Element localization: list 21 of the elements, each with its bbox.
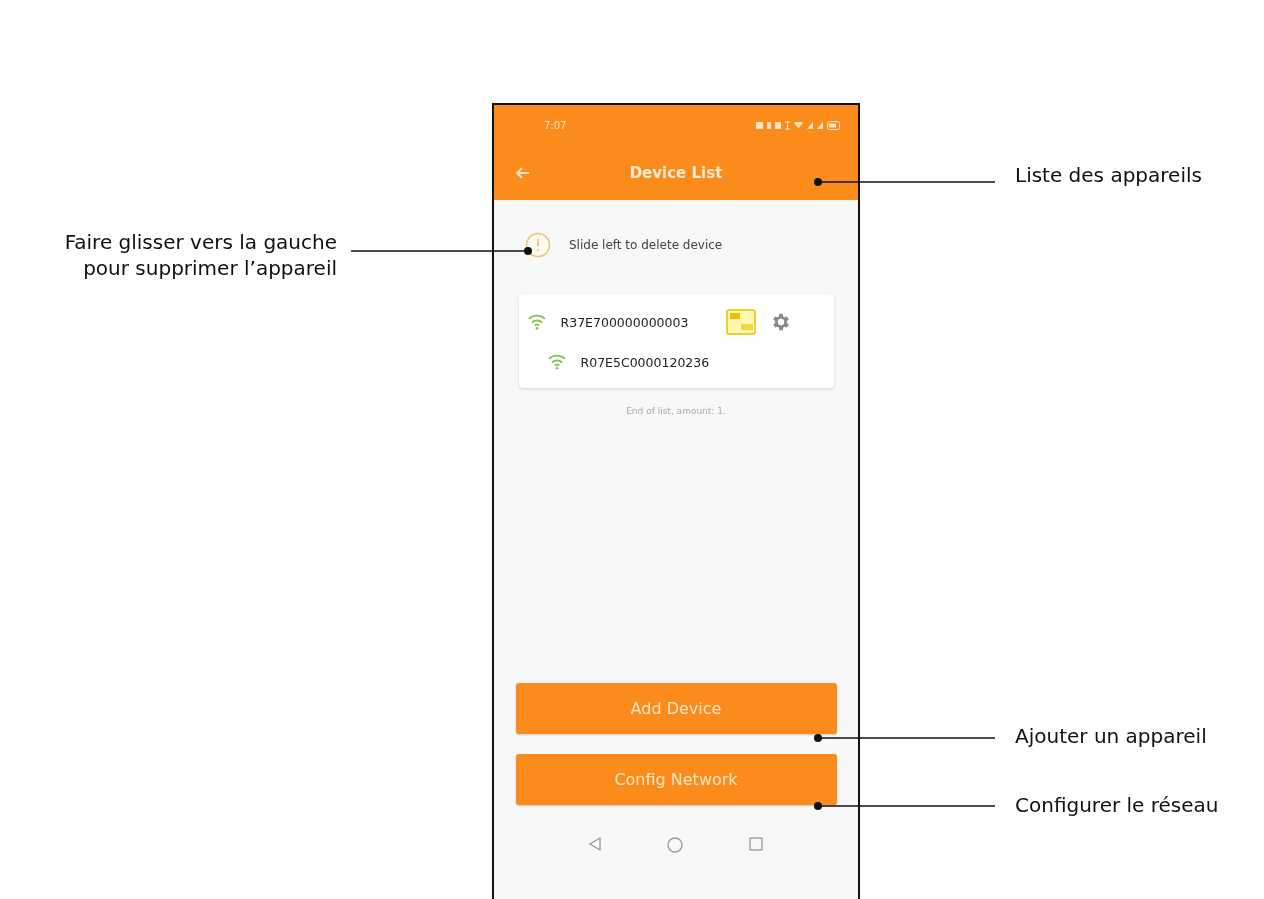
screen-title: Device List [629,163,723,182]
sim-card-icon [726,309,757,335]
back-arrow-icon[interactable] [516,167,530,179]
callout-label: Ajouter un appareil [1015,723,1207,749]
vibrate-icon [785,120,790,130]
wifi-status-icon [794,122,803,128]
recents-icon[interactable] [749,837,763,851]
battery-icon [827,120,840,130]
callout-label: Faire glisser vers la gauche pour supprimer l’appareil [64,229,337,281]
device-id[interactable]: R37E700000000003 [560,314,689,330]
hint-text: Slide left to delete device [569,238,723,252]
info-icon [525,232,551,258]
back-icon[interactable] [589,837,601,851]
wifi-icon [546,354,567,370]
status-time: 7:07 [544,119,567,131]
list-footer-text: End of list, amount: 1. [626,406,726,416]
home-icon[interactable] [667,837,683,853]
wifi-icon [526,314,547,330]
callout-label: Liste des appareils [1015,162,1202,188]
callout-label: Configurer le réseau [1015,792,1219,818]
device-id[interactable]: R07E5C0000120236 [580,354,710,370]
